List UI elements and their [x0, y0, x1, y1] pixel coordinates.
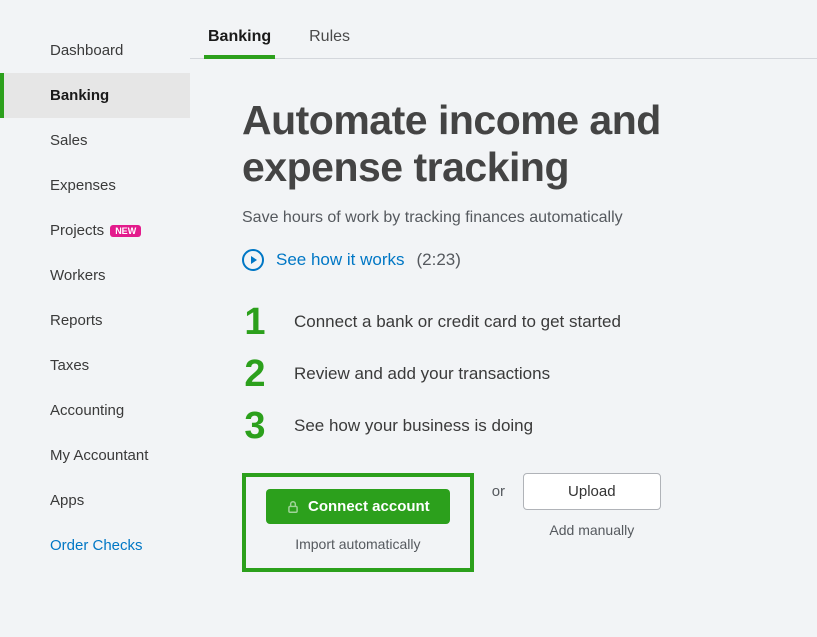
lock-icon: [286, 500, 300, 514]
sidebar-item-label: Taxes: [50, 357, 89, 374]
step-number: 2: [242, 355, 268, 393]
video-row[interactable]: See how it works (2:23): [242, 249, 799, 271]
sidebar-item-banking[interactable]: Banking: [0, 73, 190, 118]
sidebar-item-label: Dashboard: [50, 42, 123, 59]
sidebar-item-label: Banking: [50, 87, 109, 104]
video-duration: (2:23): [417, 250, 461, 270]
play-icon: [242, 249, 264, 271]
sidebar-item-label: Workers: [50, 267, 106, 284]
step-text: Connect a bank or credit card to get sta…: [294, 312, 621, 332]
sidebar-item-label: Projects: [50, 222, 104, 239]
actions-row: Connect account Import automatically or …: [242, 473, 799, 572]
sidebar: Dashboard Banking Sales Expenses Project…: [0, 0, 190, 637]
page-subhead: Save hours of work by tracking finances …: [242, 209, 799, 227]
sidebar-item-expenses[interactable]: Expenses: [0, 163, 190, 208]
or-text: or: [492, 473, 505, 500]
tabs: Banking Rules: [190, 28, 817, 59]
sidebar-item-label: My Accountant: [50, 447, 148, 464]
button-label: Connect account: [308, 498, 430, 515]
sidebar-item-dashboard[interactable]: Dashboard: [0, 28, 190, 73]
tab-label: Rules: [309, 28, 350, 45]
sidebar-item-label: Apps: [50, 492, 84, 509]
sidebar-item-sales[interactable]: Sales: [0, 118, 190, 163]
page-headline: Automate income and expense tracking: [242, 97, 799, 191]
new-badge: NEW: [110, 225, 141, 237]
sidebar-item-my-accountant[interactable]: My Accountant: [0, 433, 190, 478]
step-1: 1 Connect a bank or credit card to get s…: [242, 303, 799, 341]
upload-subtext: Add manually: [549, 522, 634, 538]
upload-button[interactable]: Upload: [523, 473, 661, 510]
sidebar-item-label: Expenses: [50, 177, 116, 194]
step-3: 3 See how your business is doing: [242, 407, 799, 445]
button-label: Upload: [568, 483, 616, 500]
sidebar-item-workers[interactable]: Workers: [0, 253, 190, 298]
step-text: See how your business is doing: [294, 416, 533, 436]
sidebar-item-label: Reports: [50, 312, 103, 329]
step-number: 1: [242, 303, 268, 341]
sidebar-item-apps[interactable]: Apps: [0, 478, 190, 523]
step-number: 3: [242, 407, 268, 445]
steps-list: 1 Connect a bank or credit card to get s…: [242, 303, 799, 445]
content: Automate income and expense tracking Sav…: [190, 59, 817, 572]
sidebar-item-projects[interactable]: Projects NEW: [0, 208, 190, 253]
sidebar-item-label: Accounting: [50, 402, 124, 419]
sidebar-item-label: Order Checks: [50, 537, 143, 554]
tab-label: Banking: [208, 28, 271, 45]
sidebar-item-accounting[interactable]: Accounting: [0, 388, 190, 433]
upload-block: Upload Add manually: [523, 473, 661, 538]
sidebar-item-reports[interactable]: Reports: [0, 298, 190, 343]
tab-rules[interactable]: Rules: [309, 28, 350, 58]
sidebar-item-taxes[interactable]: Taxes: [0, 343, 190, 388]
connect-highlight: Connect account Import automatically: [242, 473, 474, 572]
video-link: See how it works: [276, 250, 405, 270]
main: Banking Rules Automate income and expens…: [190, 0, 817, 637]
sidebar-item-order-checks[interactable]: Order Checks: [0, 523, 190, 568]
tab-banking[interactable]: Banking: [208, 28, 271, 58]
sidebar-item-label: Sales: [50, 132, 88, 149]
connect-subtext: Import automatically: [295, 536, 420, 552]
connect-account-button[interactable]: Connect account: [266, 489, 450, 524]
step-text: Review and add your transactions: [294, 364, 550, 384]
step-2: 2 Review and add your transactions: [242, 355, 799, 393]
